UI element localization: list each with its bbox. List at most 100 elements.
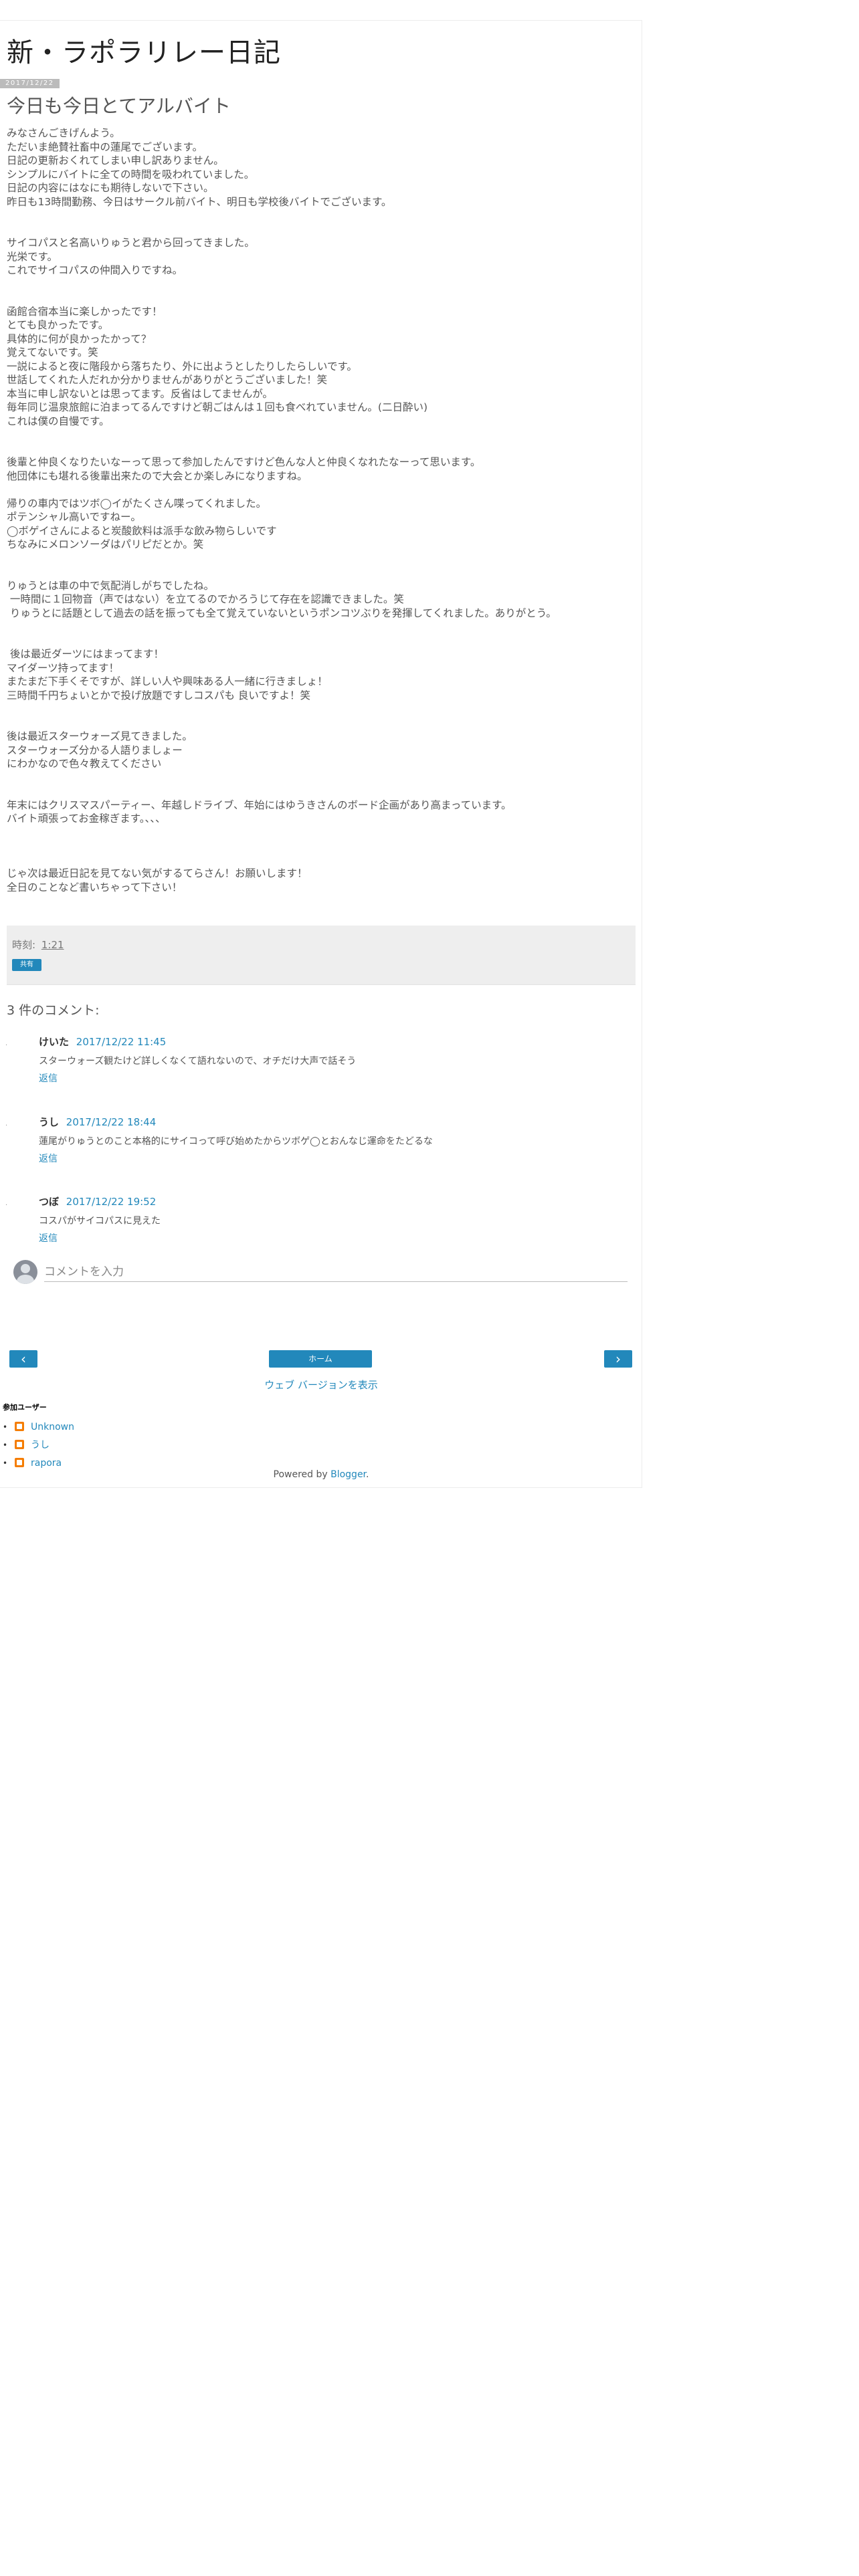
comment-author: つぼ [39,1196,60,1208]
powered-suffix: . [366,1469,369,1480]
post-body-line: ちなみにメロンソーダはパリピだとか。笑 [7,538,204,550]
comment-bullet: . [5,1120,8,1128]
post-body-line [7,552,636,566]
share-button[interactable]: 共有 [12,959,41,971]
comment-bullet: . [5,1200,8,1207]
post-body-line [7,291,636,305]
reply-link[interactable]: 返信 [39,1231,58,1245]
blogger-profile-icon [15,1440,24,1449]
comment-timestamp-link[interactable]: 2017/12/22 19:52 [66,1196,156,1208]
post-body-line [7,428,636,442]
post-body-line: りゅうとに話題として過去の話を振っても全て覚えていないというポンコツぶりを発揮し… [7,607,557,619]
post-body-line: 日記の内容にはなにも期待しないで下さい。 [7,182,214,194]
post-body-line: 後輩と仲良くなりたいなーって思って参加したんですけど色んな人と仲良くなれたなーっ… [7,456,481,468]
post-body-line [7,853,636,867]
post-body-line: にわかなので色々教えてください [7,758,162,770]
comments-heading: 3 件のコメント: [7,1003,100,1018]
reply-link[interactable]: 返信 [39,1071,58,1085]
comment-timestamp-link[interactable]: 2017/12/22 11:45 [76,1036,166,1048]
post-body-line: ◯ボゲイさんによると炭酸飲料は派手な飲み物らしいです [7,524,277,537]
post-body-line: ポテンシャル高いですねー。 [7,511,141,523]
post-body-line: またまだ下手くそですが、詳しい人や興味ある人一緒に行きましょ！ [7,675,328,687]
list-bullet: • [3,1440,8,1450]
list-bullet: • [3,1459,8,1468]
comment-header: つぼ 2017/12/22 19:52 [39,1194,156,1208]
list-bullet: • [3,1422,8,1432]
post-body-line: じゃ次は最近日記を見てない気がするてらさん！お願いします！ [7,867,308,879]
post-body-line: マイダーツ持ってます！ [7,661,120,674]
post-body-line: りゅうとは車の中で気配消しがちでしたね。 [7,579,215,592]
blogger-link[interactable]: Blogger [330,1469,366,1480]
comment-text: コスパがサイコパスに見えた [39,1216,161,1226]
comment-composer [9,1260,632,1288]
post-body-line: シンプルにバイトに全ての時間を吸われていました。 [7,168,255,181]
post-body-line: 後は最近スターウォーズ見てきました。 [7,730,193,742]
post-body-line: 毎年同じ温泉旅館に泊まってるんですけど朝ごはんは１回も食べれていません。(二日酔… [7,401,427,413]
post-body-line [7,442,636,456]
reply-link[interactable]: 返信 [39,1152,58,1165]
post-body-line: 後は最近ダーツにはまってます！ [7,648,164,660]
comment-author: うし [39,1116,60,1128]
post-body-line [7,565,636,579]
comment-input[interactable] [44,1263,628,1282]
comment-header: うし 2017/12/22 18:44 [39,1115,156,1129]
contributor-item: • Unknown [3,1420,74,1438]
contributor-link[interactable]: うし [31,1440,50,1451]
post-body-line: みなさんごきげんよう。 [7,127,120,139]
comment-bullet: . [5,1040,8,1047]
post-body-line: ただいま絶賛社畜中の蓮尾でございます。 [7,140,203,153]
post-body-line: 覚えてないです。笑 [7,346,98,358]
post-body-line: 全日のことなど書いちゃって下さい！ [7,881,183,893]
post-body-line: 函館合宿本当に楽しかったです！ [7,305,163,318]
post-body-line: 他団体にも堪れる後輩出来たので大会とか楽しみになりますね。 [7,469,308,482]
blogger-profile-icon [15,1422,24,1431]
post-body-line: 本当に申し訳ないとは思ってます。反省はしてませんが。 [7,387,273,400]
web-version-link[interactable]: ウェブ バージョンを表示 [264,1379,377,1391]
post-body-line: これでサイコパスの仲間入りですね。 [7,264,183,276]
post-body-line: 世話してくれた人だれか分かりませんがありがとうございました！笑 [7,374,328,386]
post-body-line [7,716,636,730]
comment-timestamp-link[interactable]: 2017/12/22 18:44 [66,1116,156,1128]
post-body-line: 三時間千円ちょいとかで投げ放題ですしコスパも 良いですよ！笑 [7,689,310,702]
comment-text: 蓮尾がりゅうとのこと本格的にサイコって呼び始めたからツボゲ◯とおんなじ運命をたど… [39,1136,433,1147]
comment-item: . つぼ 2017/12/22 19:52 コスパがサイコパスに見えた 返信 [5,1194,634,1261]
contributors-list: • Unknown • うし • rapora [3,1420,74,1475]
post-body-line: サイコパスと名高いりゅうと君から回ってきました。 [7,237,255,249]
post-body-line [7,223,636,237]
blog-page: 新・ラポラリレー日記 2017/12/22 今日も今日とてアルバイト みなさんご… [0,20,642,1488]
home-button[interactable]: ホーム [269,1350,372,1368]
post-body-line: 一説によると夜に階段から落ちたり、外に出ようとしたりしたらしいです。 [7,360,357,372]
post-body-line: 日記の更新おくれてしまい申し訳ありません。 [7,154,224,167]
post-footer: 時刻: 1:21 共有 [7,926,636,985]
contributor-item: • うし [3,1438,74,1457]
post-timestamp: 時刻: 1:21 [12,938,64,952]
comment-author: けいた [39,1036,70,1048]
contributor-link[interactable]: rapora [31,1458,62,1469]
date-header: 2017/12/22 [0,79,60,88]
time-label: 時刻: [12,939,36,951]
comment-item: . うし 2017/12/22 18:44 蓮尾がりゅうとのこと本格的にサイコっ… [5,1115,634,1182]
post-body-line [7,483,636,497]
powered-by: Powered by Blogger. [0,1469,642,1480]
post-body-line: これは僕の自慢です。 [7,415,110,427]
blog-title[interactable]: 新・ラポラリレー日記 [7,31,281,70]
post-body-line [7,278,636,292]
post-body-line [7,771,636,785]
post-body-line [7,826,636,840]
post-body-line [7,209,636,223]
newer-post-button[interactable]: › [604,1350,632,1368]
post-body-line: バイト頑張ってお金稼ぎます。、、、 [7,813,166,825]
avatar-head [21,1264,30,1273]
post-body-line: とても良かったです。 [7,319,109,331]
contributors-heading: 参加ユーザー [3,1403,47,1412]
post-body-line: 昨日も13時間勤務、今日はサークル前バイト、明日も学校後バイトでございます。 [7,195,392,208]
post-body-line [7,620,636,634]
post-body-line: スターウォーズ分かる人語りましょー [7,744,183,756]
older-post-button[interactable]: ‹ [9,1350,37,1368]
post-body-line: 光栄です。 [7,250,58,263]
time-link[interactable]: 1:21 [41,939,64,951]
post-body: みなさんごきげんよう。 ただいま絶賛社畜中の蓮尾でございます。 日記の更新おくれてし… [7,126,636,894]
contributor-link[interactable]: Unknown [31,1422,74,1432]
post-body-line [7,634,636,648]
comment-text: スターウォーズ観たけど詳しくなくて語れないので、オチだけ大声で話そう [39,1056,357,1067]
